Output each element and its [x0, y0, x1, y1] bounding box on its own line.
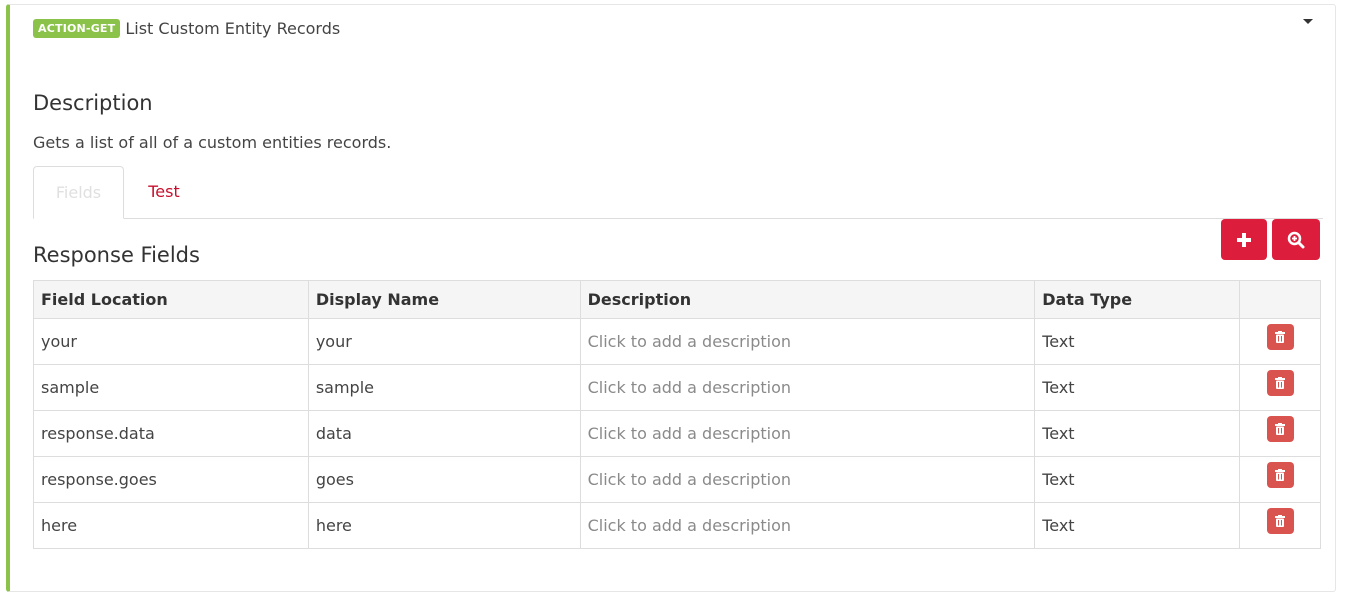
zoom-button[interactable]: [1272, 219, 1320, 260]
trash-icon: [1275, 330, 1286, 343]
header-field-location: Field Location: [33, 280, 309, 319]
table-header-row: Field Location Display Name Description …: [33, 280, 1321, 319]
header-display-name: Display Name: [307, 280, 581, 319]
delete-button[interactable]: [1266, 461, 1294, 488]
cell-description[interactable]: Click to add a description: [579, 456, 1036, 503]
cell-field-location[interactable]: response.data: [33, 410, 309, 457]
cell-display-name[interactable]: data: [307, 410, 581, 457]
cell-description[interactable]: Click to add a description: [579, 364, 1036, 411]
table-row: here here Click to add a description Tex…: [33, 502, 1321, 549]
cell-description[interactable]: Click to add a description: [579, 410, 1036, 457]
cell-display-name[interactable]: here: [307, 502, 581, 549]
cell-data-type[interactable]: Text: [1034, 456, 1241, 503]
method-badge: ACTION-GET: [33, 19, 121, 38]
cell-field-location[interactable]: your: [33, 318, 309, 365]
trash-icon: [1275, 376, 1286, 389]
cell-field-location[interactable]: sample: [33, 364, 309, 411]
header-actions: [1239, 280, 1321, 319]
trash-icon: [1275, 422, 1286, 435]
add-field-button[interactable]: [1221, 219, 1267, 260]
cell-field-location[interactable]: here: [33, 502, 309, 549]
tab-fields[interactable]: Fields: [33, 166, 124, 219]
plus-icon: [1237, 232, 1251, 247]
cell-display-name[interactable]: your: [307, 318, 581, 365]
cell-display-name[interactable]: sample: [307, 364, 581, 411]
delete-button[interactable]: [1266, 415, 1294, 442]
zoom-in-icon: [1287, 231, 1305, 248]
tab-test[interactable]: Test: [129, 166, 199, 218]
response-fields-table: Field Location Display Name Description …: [33, 280, 1321, 549]
delete-button[interactable]: [1266, 323, 1294, 350]
delete-button[interactable]: [1266, 369, 1294, 396]
delete-button[interactable]: [1266, 507, 1294, 534]
cell-data-type[interactable]: Text: [1034, 502, 1241, 549]
table-row: sample sample Click to add a description…: [33, 364, 1321, 411]
tab-bar: Fields Test: [33, 166, 1323, 219]
table-row: response.goes goes Click to add a descri…: [33, 456, 1321, 503]
cell-data-type[interactable]: Text: [1034, 364, 1241, 411]
cell-description[interactable]: Click to add a description: [579, 502, 1036, 549]
cell-data-type[interactable]: Text: [1034, 318, 1241, 365]
trash-icon: [1275, 514, 1286, 527]
cell-display-name[interactable]: goes: [307, 456, 581, 503]
cell-data-type[interactable]: Text: [1034, 410, 1241, 457]
description-text: Gets a list of all of a custom entities …: [33, 133, 392, 152]
description-heading: Description: [33, 91, 153, 115]
header-data-type: Data Type: [1034, 280, 1241, 319]
table-row: response.data data Click to add a descri…: [33, 410, 1321, 457]
header-description: Description: [579, 280, 1036, 319]
cell-field-location[interactable]: response.goes: [33, 456, 309, 503]
trash-icon: [1275, 468, 1286, 481]
action-panel: ACTION-GET List Custom Entity Records De…: [6, 4, 1336, 592]
action-title: List Custom Entity Records: [125, 19, 341, 38]
response-fields-heading: Response Fields: [33, 243, 200, 267]
caret-down-icon[interactable]: [1303, 19, 1313, 24]
panel-header[interactable]: ACTION-GET List Custom Entity Records: [33, 19, 340, 38]
table-row: your your Click to add a description Tex…: [33, 318, 1321, 365]
cell-description[interactable]: Click to add a description: [579, 318, 1036, 365]
